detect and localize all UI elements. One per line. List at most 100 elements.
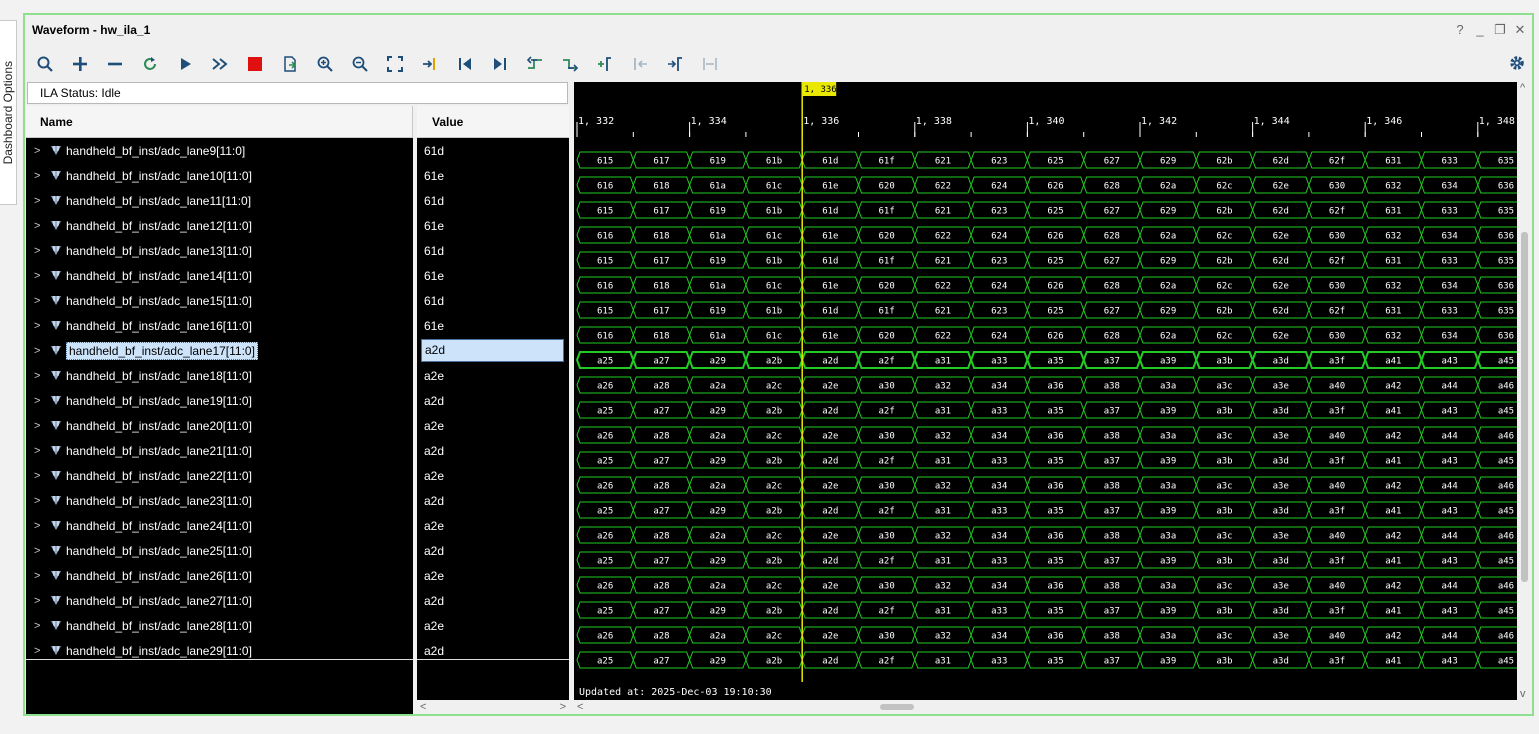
signal-value-row[interactable]: 61d xyxy=(417,288,569,313)
signal-row[interactable]: > handheld_bf_inst/adc_lane16[11:0] xyxy=(26,313,413,338)
add-marker-icon[interactable] xyxy=(591,51,619,77)
refresh-icon[interactable] xyxy=(136,51,164,77)
scroll-left-icon[interactable]: < xyxy=(420,701,426,713)
signal-row[interactable]: > handheld_bf_inst/adc_lane9[11:0] xyxy=(26,138,413,163)
signal-value-row[interactable]: a2e xyxy=(417,463,569,488)
scroll-up-icon[interactable]: ^ xyxy=(1520,82,1525,94)
signal-value-row[interactable]: 61e xyxy=(417,163,569,188)
minimize-icon[interactable]: _ xyxy=(1474,23,1486,37)
go-to-start-icon[interactable] xyxy=(451,51,479,77)
add-icon[interactable] xyxy=(66,51,94,77)
expand-chevron-icon[interactable]: > xyxy=(34,145,44,157)
next-transition-icon[interactable] xyxy=(556,51,584,77)
signal-row[interactable]: > handheld_bf_inst/adc_lane19[11:0] xyxy=(26,388,413,413)
expand-chevron-icon[interactable]: > xyxy=(34,295,44,307)
waveform-vertical-scrollbar[interactable]: ^ v xyxy=(1517,82,1532,700)
signal-row[interactable]: > handheld_bf_inst/adc_lane25[11:0] xyxy=(26,538,413,563)
signal-value-row[interactable]: 61d xyxy=(417,238,569,263)
signal-value-row[interactable]: 61d xyxy=(417,188,569,213)
signal-row[interactable]: > handheld_bf_inst/adc_lane13[11:0] xyxy=(26,238,413,263)
signal-value-row[interactable]: 61e xyxy=(417,213,569,238)
signal-value-row[interactable]: a2e xyxy=(417,363,569,388)
signal-row[interactable]: > handheld_bf_inst/adc_lane24[11:0] xyxy=(26,513,413,538)
stop-icon[interactable] xyxy=(241,51,269,77)
help-icon[interactable]: ? xyxy=(1454,23,1466,37)
expand-chevron-icon[interactable]: > xyxy=(34,570,44,582)
signal-value-row[interactable]: a2e xyxy=(417,413,569,438)
run-trigger-icon[interactable] xyxy=(171,51,199,77)
signal-value-row[interactable]: a2e xyxy=(417,613,569,638)
expand-chevron-icon[interactable]: > xyxy=(34,170,44,182)
expand-chevron-icon[interactable]: > xyxy=(34,470,44,482)
expand-chevron-icon[interactable]: > xyxy=(34,395,44,407)
signal-value-row[interactable]: a2d xyxy=(417,438,569,463)
expand-chevron-icon[interactable]: > xyxy=(34,595,44,607)
signal-row[interactable]: > handheld_bf_inst/adc_lane26[11:0] xyxy=(26,563,413,588)
expand-chevron-icon[interactable]: > xyxy=(34,420,44,432)
waveform-segment-value: a2a xyxy=(710,432,726,442)
value-column-header[interactable]: Value xyxy=(417,106,569,138)
waveform-horizontal-scrollbar[interactable]: < xyxy=(574,700,1517,714)
expand-chevron-icon[interactable]: > xyxy=(34,220,44,232)
signal-value-row[interactable]: 61e xyxy=(417,263,569,288)
signal-row[interactable]: > handheld_bf_inst/adc_lane27[11:0] xyxy=(26,588,413,613)
waveform-canvas[interactable]: 1, 332 1, 334 1, 336 1, 338 1, 340 1, 342 1, 3… xyxy=(574,82,1517,700)
expand-chevron-icon[interactable]: > xyxy=(34,545,44,557)
expand-chevron-icon[interactable]: > xyxy=(34,345,44,357)
signal-value-row[interactable]: a2e xyxy=(417,513,569,538)
remove-icon[interactable] xyxy=(101,51,129,77)
signal-value-row[interactable]: a2d xyxy=(417,538,569,563)
signal-row[interactable]: > handheld_bf_inst/adc_lane22[11:0] xyxy=(26,463,413,488)
run-immediate-icon[interactable] xyxy=(206,51,234,77)
dashboard-options-tab[interactable]: Dashboard Options xyxy=(0,20,17,205)
scroll-left-icon[interactable]: < xyxy=(577,701,583,713)
signal-row[interactable]: > handheld_bf_inst/adc_lane14[11:0] xyxy=(26,263,413,288)
restore-icon[interactable]: ❐ xyxy=(1494,23,1506,37)
name-column-header[interactable]: Name xyxy=(26,106,413,138)
horizontal-scroll-thumb[interactable] xyxy=(880,704,914,710)
export-icon[interactable] xyxy=(276,51,304,77)
signal-row[interactable]: > handheld_bf_inst/adc_lane15[11:0] xyxy=(26,288,413,313)
signal-row[interactable]: > handheld_bf_inst/adc_lane10[11:0] xyxy=(26,163,413,188)
value-horizontal-scrollbar[interactable]: < > xyxy=(417,700,569,714)
go-to-end-icon[interactable] xyxy=(486,51,514,77)
vertical-scroll-thumb[interactable] xyxy=(1521,232,1528,582)
expand-chevron-icon[interactable]: > xyxy=(34,495,44,507)
signal-value-row[interactable]: a2d xyxy=(417,338,569,363)
signal-value-row[interactable]: a2d xyxy=(417,488,569,513)
expand-chevron-icon[interactable]: > xyxy=(34,620,44,632)
signal-value-row[interactable]: a2d xyxy=(417,388,569,413)
previous-transition-icon[interactable] xyxy=(521,51,549,77)
scroll-down-icon[interactable]: v xyxy=(1520,688,1526,700)
expand-chevron-icon[interactable]: > xyxy=(34,645,44,657)
signal-row[interactable]: > handheld_bf_inst/adc_lane11[11:0] xyxy=(26,188,413,213)
signal-value-row[interactable]: a2e xyxy=(417,563,569,588)
gear-icon[interactable] xyxy=(1508,54,1526,72)
zoom-fit-icon[interactable] xyxy=(381,51,409,77)
expand-chevron-icon[interactable]: > xyxy=(34,195,44,207)
signal-value-row[interactable]: a2d xyxy=(417,588,569,613)
next-marker-icon[interactable] xyxy=(661,51,689,77)
search-icon[interactable] xyxy=(31,51,59,77)
expand-chevron-icon[interactable]: > xyxy=(34,270,44,282)
signal-row[interactable]: > handheld_bf_inst/adc_lane28[11:0] xyxy=(26,613,413,638)
expand-chevron-icon[interactable]: > xyxy=(34,520,44,532)
expand-chevron-icon[interactable]: > xyxy=(34,320,44,332)
signal-value-row[interactable]: 61d xyxy=(417,138,569,163)
signal-row[interactable]: > handheld_bf_inst/adc_lane12[11:0] xyxy=(26,213,413,238)
signal-row[interactable]: > handheld_bf_inst/adc_lane23[11:0] xyxy=(26,488,413,513)
signal-row[interactable]: > handheld_bf_inst/adc_lane20[11:0] xyxy=(26,413,413,438)
expand-chevron-icon[interactable]: > xyxy=(34,445,44,457)
signal-row[interactable]: > handheld_bf_inst/adc_lane18[11:0] xyxy=(26,363,413,388)
scroll-right-icon[interactable]: > xyxy=(560,701,566,713)
zoom-out-icon[interactable] xyxy=(346,51,374,77)
signal-row[interactable]: > handheld_bf_inst/adc_lane21[11:0] xyxy=(26,438,413,463)
expand-chevron-icon[interactable]: > xyxy=(34,370,44,382)
zoom-in-icon[interactable] xyxy=(311,51,339,77)
signal-row[interactable]: > handheld_bf_inst/adc_lane17[11:0] xyxy=(26,338,413,363)
waveform-svg[interactable]: 1, 332 1, 334 1, 336 1, 338 1, 340 1, 342 1, 3… xyxy=(574,82,1517,682)
go-to-cursor-icon[interactable] xyxy=(416,51,444,77)
expand-chevron-icon[interactable]: > xyxy=(34,245,44,257)
close-icon[interactable]: ✕ xyxy=(1514,23,1526,37)
signal-value-row[interactable]: 61e xyxy=(417,313,569,338)
